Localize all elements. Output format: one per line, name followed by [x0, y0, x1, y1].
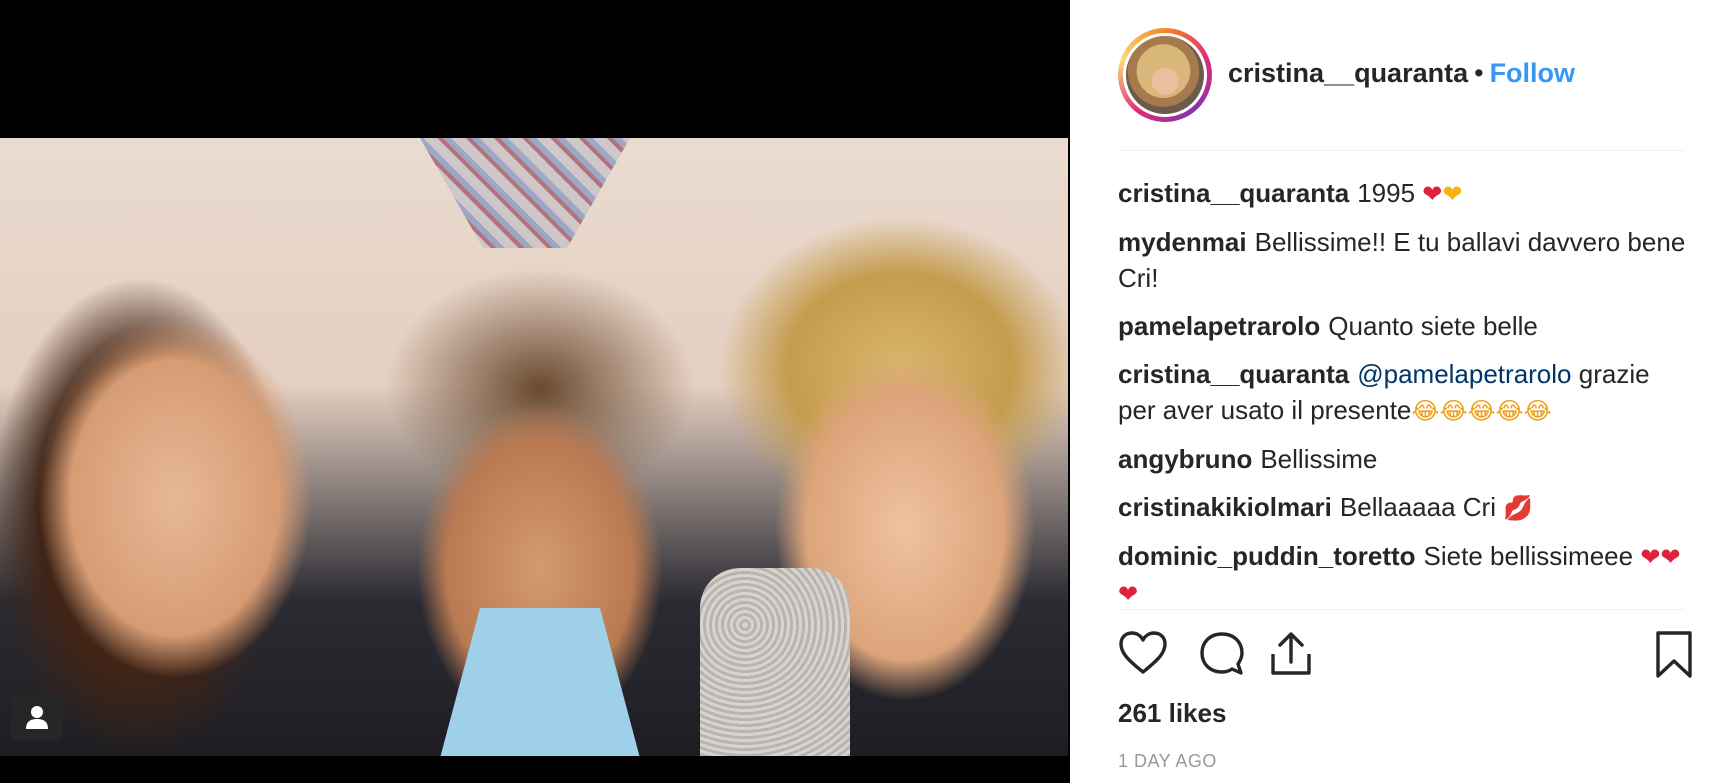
- tears-of-joy-icon: 😂: [1467, 397, 1496, 425]
- comment-item: cristina__quaranta @pamelapetrarolo grazi…: [1118, 356, 1693, 429]
- comment-item: cristinakikiolmari Bellaaaaa Cri 💋: [1118, 489, 1693, 526]
- section-divider: [1118, 609, 1685, 610]
- red-heart-icon: ❤: [1660, 543, 1681, 571]
- post-header: cristina__quaranta • Follow: [1118, 28, 1685, 151]
- header-author-line: cristina__quaranta • Follow: [1228, 58, 1575, 89]
- comment-username[interactable]: cristina__quaranta: [1118, 359, 1349, 389]
- comment-username[interactable]: mydenmai: [1118, 227, 1247, 257]
- share-upload-icon: [1271, 632, 1311, 675]
- post-photo[interactable]: [0, 138, 1068, 756]
- red-heart-icon: ❤: [1118, 580, 1139, 607]
- avatar-story-ring[interactable]: [1118, 28, 1212, 122]
- post-media: [0, 0, 1070, 783]
- comments-list: cristina__quaranta 1995 ❤❤ mydenmai Bellis…: [1118, 175, 1693, 607]
- comment-username[interactable]: dominic_puddin_toretto: [1118, 541, 1416, 571]
- like-button[interactable]: [1118, 630, 1168, 681]
- comment-text: Siete bellissimeee: [1423, 541, 1634, 571]
- heart-outline-icon: [1119, 631, 1167, 674]
- tears-of-joy-icon: 😂: [1439, 397, 1468, 425]
- comment-username[interactable]: cristina__quaranta: [1118, 178, 1349, 208]
- separator-dot: •: [1474, 58, 1484, 88]
- speech-bubble-icon: [1200, 632, 1244, 675]
- kiss-mark-icon: 💋: [1503, 494, 1534, 522]
- post-timestamp[interactable]: 1 DAY AGO: [1118, 751, 1217, 772]
- tears-of-joy-icon: 😂: [1523, 397, 1552, 425]
- comment-username[interactable]: pamelapetrarolo: [1118, 311, 1320, 341]
- tears-of-joy-icon: 😂: [1411, 397, 1440, 425]
- avatar: [1123, 33, 1207, 117]
- share-button[interactable]: [1268, 630, 1314, 683]
- yellow-heart-icon: ❤: [1442, 180, 1463, 208]
- post-sidebar: cristina__quaranta • Follow cristina__quar…: [1070, 0, 1721, 783]
- comment-item: dominic_puddin_toretto Siete bellissimeee…: [1118, 538, 1693, 607]
- comment-button[interactable]: [1198, 630, 1246, 683]
- comment-item: pamelapetrarolo Quanto siete belle: [1118, 308, 1693, 344]
- author-username[interactable]: cristina__quaranta: [1228, 58, 1468, 88]
- comment-username[interactable]: cristinakikiolmari: [1118, 492, 1332, 522]
- action-bar: [1118, 630, 1693, 684]
- comment-item: angybruno Bellissime: [1118, 441, 1693, 477]
- save-button[interactable]: [1654, 630, 1694, 685]
- bookmark-outline-icon: [1656, 631, 1692, 678]
- comment-text: Bellissime: [1260, 444, 1378, 474]
- photo-cardigan: [700, 568, 850, 756]
- photo-tie: [420, 138, 630, 248]
- comment-item: mydenmai Bellissime!! E tu ballavi davver…: [1118, 224, 1693, 296]
- tagged-people-button[interactable]: [11, 693, 63, 740]
- follow-button[interactable]: Follow: [1490, 58, 1575, 88]
- person-tag-icon: [26, 705, 48, 729]
- photo-shirt: [440, 608, 640, 756]
- comment-text: Bellaaaaa Cri: [1339, 492, 1496, 522]
- comment-username[interactable]: angybruno: [1118, 444, 1252, 474]
- comment-mention[interactable]: @pamelapetrarolo: [1357, 359, 1571, 389]
- likes-count[interactable]: 261 likes: [1118, 698, 1226, 729]
- red-heart-icon: ❤: [1640, 543, 1661, 571]
- comment-text: 1995: [1357, 178, 1416, 208]
- comment-item: cristina__quaranta 1995 ❤❤: [1118, 175, 1693, 212]
- tears-of-joy-icon: 😂: [1495, 397, 1524, 425]
- comment-text: Quanto siete belle: [1328, 311, 1538, 341]
- red-heart-icon: ❤: [1422, 180, 1443, 208]
